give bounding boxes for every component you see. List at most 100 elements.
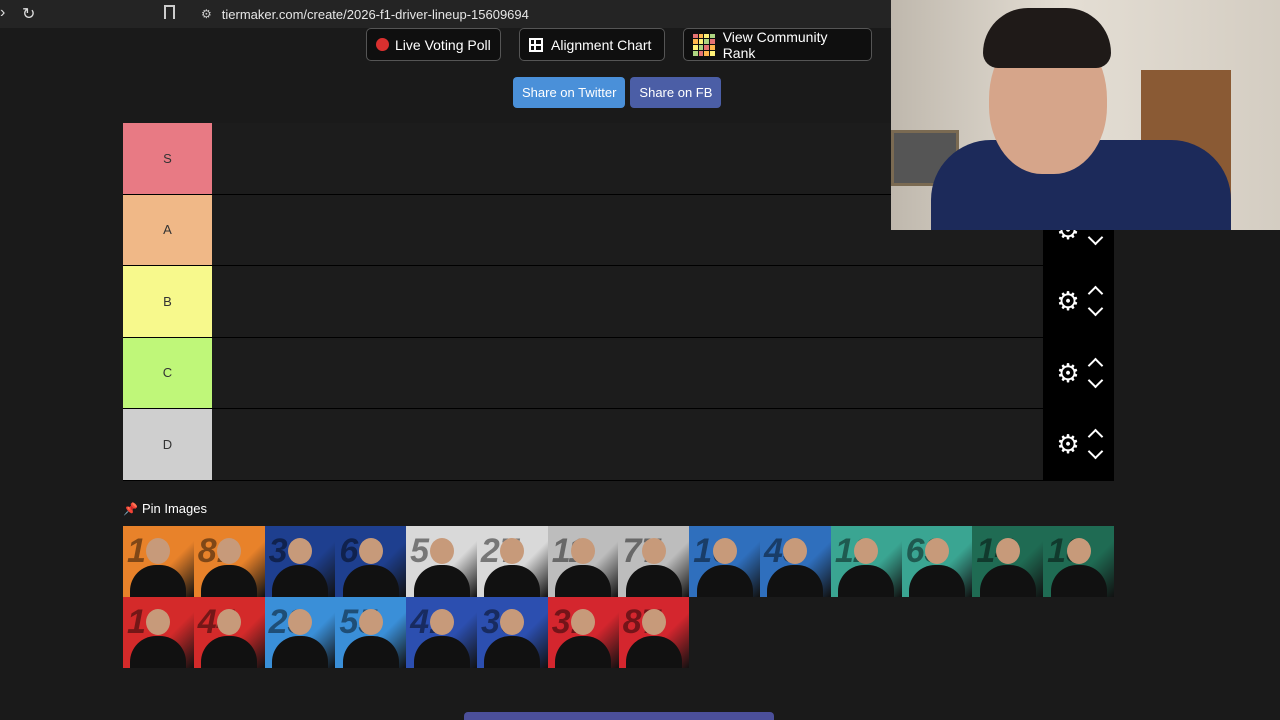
driver-image-williams[interactable]: 55 [335,597,407,668]
driver-face [287,538,312,564]
tier-controls: ⚙ [1043,409,1114,480]
live-voting-label: Live Voting Poll [395,36,491,53]
chevron-up-icon[interactable] [1087,428,1103,445]
action-buttons: Live Voting Poll Alignment Chart View Co… [366,28,872,61]
driver-image-aston-martin[interactable]: 14 [972,526,1044,597]
community-rank-label: View Community Rank [722,28,828,61]
driver-face [500,609,525,635]
view-community-rank-button[interactable]: View Community Rank [683,28,872,61]
alignment-chart-button[interactable]: Alignment Chart [519,28,665,61]
pushpin-icon: 📌 [123,501,138,516]
share-fb-button[interactable]: Share on FB [630,77,722,108]
driver-suit [484,565,541,597]
driver-number: 6 [339,532,359,570]
driver-face [571,609,596,635]
image-pool-row: 1644235541303187 [123,597,1114,668]
gear-icon[interactable]: ⚙ [1056,288,1079,314]
driver-image-audi[interactable]: 27 [476,526,548,597]
image-pool-row: 1 813 6 5 271177104312631418 [123,526,1114,597]
driver-face [287,609,312,635]
chevron-down-icon[interactable] [1087,443,1103,460]
driver-face [641,538,666,564]
tier-controls: ⚙ [1043,337,1114,408]
driver-image-red-bull[interactable]: 3 [264,526,336,597]
tier-label[interactable]: S [123,123,212,194]
driver-suit [767,565,824,597]
site-settings-icon[interactable]: ⚙ [201,7,212,21]
address-bar[interactable]: ⚙ tiermaker.com/create/2026-f1-driver-li… [193,0,529,28]
tier-row: B ⚙ [123,266,1114,338]
live-voting-poll-button[interactable]: Live Voting Poll [366,28,501,61]
gear-icon[interactable]: ⚙ [1056,431,1079,457]
pin-images-label: Pin Images [141,501,207,516]
driver-face [712,538,737,564]
driver-image-cadillac[interactable]: 77 [618,526,690,597]
driver-number: 5 [410,532,430,570]
tier-drop-zone[interactable] [212,337,1043,408]
driver-suit [130,636,187,668]
driver-image-mercedes[interactable]: 12 [830,526,902,597]
tier-move-arrows [1087,356,1103,390]
gear-icon[interactable]: ⚙ [1056,360,1079,386]
share-buttons: Share on Twitter Share on FB [513,77,722,108]
driver-image-haas[interactable]: 31 [547,597,619,668]
driver-suit [484,636,541,668]
tier-label[interactable]: C [123,337,212,408]
tier-move-arrows [1087,427,1103,461]
tier-move-arrows [1087,284,1103,318]
driver-face [429,538,454,564]
chevron-up-icon[interactable] [1087,285,1103,302]
tier-row: C ⚙ [123,337,1114,409]
tier-label[interactable]: D [123,409,212,480]
browser-toolbar: › ↻ ⚙ tiermaker.com/create/2026-f1-drive… [0,0,891,29]
driver-face [358,538,383,564]
chevron-down-icon[interactable] [1087,300,1103,317]
share-twitter-button[interactable]: Share on Twitter [513,77,626,108]
driver-face [1066,538,1091,564]
driver-image-mclaren[interactable]: 1 [123,526,194,597]
driver-image-cadillac[interactable]: 11 [547,526,619,597]
driver-image-aston-martin[interactable]: 18 [1043,526,1114,597]
webcam-overlay [891,0,1280,230]
driver-image-red-bull[interactable]: 6 [335,526,407,597]
driver-image-racing-bulls[interactable]: 30 [476,597,548,668]
driver-face [783,538,808,564]
reload-icon[interactable]: ↻ [22,4,35,24]
driver-face [146,538,171,564]
driver-image-alpine[interactable]: 10 [689,526,761,597]
driver-image-mercedes[interactable]: 63 [901,526,973,597]
driver-face [854,538,879,564]
tier-label[interactable]: A [123,194,212,265]
driver-image-ferrari[interactable]: 44 [193,597,265,668]
driver-image-haas[interactable]: 87 [618,597,690,668]
driver-image-mclaren[interactable]: 81 [193,526,265,597]
driver-face [146,609,171,635]
tier-drop-zone[interactable] [212,266,1043,337]
driver-image-alpine[interactable]: 43 [760,526,831,597]
presenter-hair [983,8,1111,68]
record-dot-icon [376,38,389,51]
url-text[interactable]: tiermaker.com/create/2026-f1-driver-line… [222,7,529,22]
driver-suit [130,565,187,597]
driver-face [924,538,949,564]
bottom-button-edge[interactable] [464,712,774,720]
chevron-up-icon[interactable] [1087,357,1103,374]
tier-label[interactable]: B [123,266,212,337]
driver-face [217,609,242,635]
bookmark-icon[interactable] [164,5,175,19]
grid-icon [529,37,543,52]
pin-images-toggle[interactable]: 📌 Pin Images [123,501,207,516]
driver-image-williams[interactable]: 23 [264,597,336,668]
mosaic-icon [693,33,715,56]
chevron-down-icon[interactable] [1087,229,1103,246]
driver-image-audi[interactable]: 5 [406,526,477,597]
tier-drop-zone[interactable] [212,409,1043,480]
driver-face [641,609,666,635]
tier-row: D ⚙ [123,409,1114,481]
chevron-down-icon[interactable] [1087,372,1103,389]
driver-face [995,538,1020,564]
driver-face [217,538,242,564]
driver-image-ferrari[interactable]: 16 [123,597,194,668]
driver-image-racing-bulls[interactable]: 41 [406,597,477,668]
forward-icon[interactable]: › [0,4,5,22]
